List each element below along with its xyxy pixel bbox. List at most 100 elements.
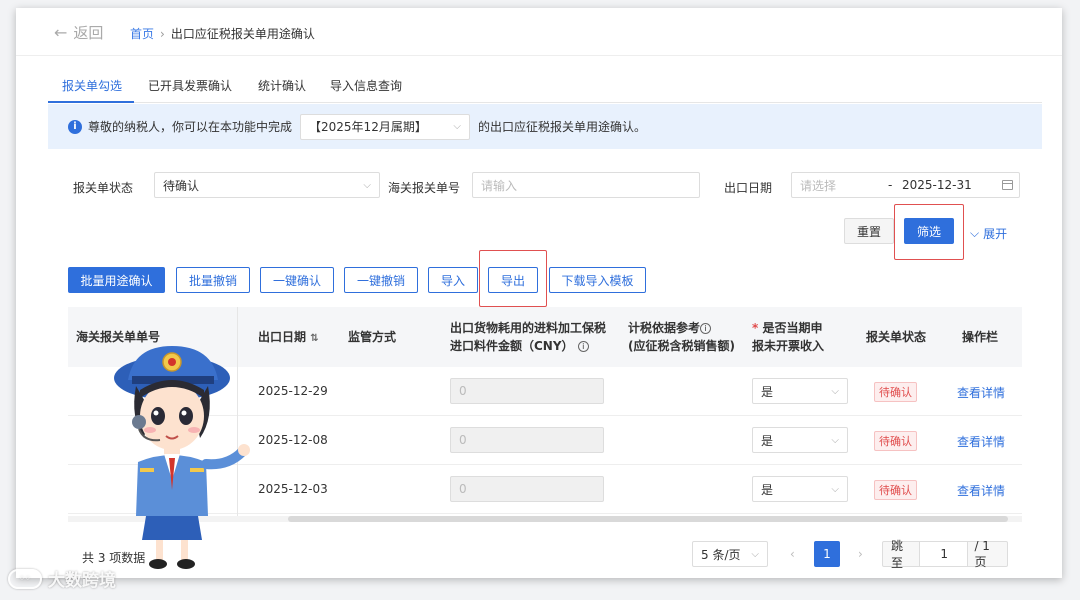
tax-period-value: 【2025年12月属期】 bbox=[309, 120, 427, 134]
tab-bar: 报关单勾选 已开具发票确认 统计确认 导入信息查询 bbox=[48, 63, 1042, 103]
one-click-revoke-button[interactable]: 一键撤销 bbox=[344, 267, 418, 293]
cell-current-period-value: 是 bbox=[761, 482, 774, 497]
reset-button[interactable]: 重置 bbox=[844, 218, 894, 244]
view-detail-link[interactable]: 查看详情 bbox=[957, 482, 1005, 499]
chevron-down-icon: ⌵ bbox=[363, 179, 371, 191]
tax-period-select[interactable]: 【2025年12月属期】 ⌵ bbox=[300, 113, 471, 140]
back-button[interactable]: ← 返回 bbox=[54, 22, 103, 43]
status-filter-label: 报关单状态 bbox=[73, 181, 134, 195]
notice-prefix: 尊敬的纳税人，你可以在本功能中完成 bbox=[88, 120, 293, 134]
col-supervision: 监管方式 bbox=[348, 330, 397, 344]
col-export-date-label: 出口日期 bbox=[258, 330, 307, 344]
watermark-text: 大数跨境 bbox=[48, 571, 116, 591]
col-amount-line1: 出口货物耗用的进料加工保税 bbox=[450, 321, 607, 335]
calendar-icon bbox=[1002, 180, 1013, 190]
export-date-range-picker[interactable]: 请选择 - 2025-12-31 bbox=[791, 172, 1020, 198]
expand-toggle[interactable]: ⌵ 展开 bbox=[970, 225, 1007, 242]
active-tab-indicator bbox=[48, 101, 134, 103]
tab-declaration-select[interactable]: 报关单勾选 bbox=[62, 77, 122, 94]
cell-amount-input: 0 bbox=[450, 378, 604, 404]
batch-revoke-button[interactable]: 批量撤销 bbox=[176, 267, 250, 293]
view-detail-link[interactable]: 查看详情 bbox=[957, 433, 1005, 450]
jump-label: 跳至 bbox=[891, 539, 904, 570]
cell-export-date: 2025-12-03 bbox=[258, 482, 328, 496]
chevron-down-icon: ⌵ bbox=[751, 548, 759, 560]
date-range-separator: - bbox=[888, 178, 893, 192]
col-export-date[interactable]: 出口日期 ⇅ bbox=[258, 328, 319, 348]
status-badge: 待确认 bbox=[874, 382, 917, 402]
tab-statistics-confirm[interactable]: 统计确认 bbox=[258, 77, 306, 94]
notice-banner: i 尊敬的纳税人，你可以在本功能中完成 【2025年12月属期】 ⌵ 的出口应征… bbox=[48, 104, 1042, 149]
status-filter-select[interactable]: 待确认 ⌵ bbox=[154, 172, 380, 198]
col-actions: 操作栏 bbox=[962, 330, 999, 344]
info-icon: i bbox=[68, 119, 82, 134]
cell-amount-value: 0 bbox=[459, 482, 467, 496]
notice-suffix: 的出口应征税报关单用途确认。 bbox=[478, 120, 647, 134]
tab-invoiced-confirm[interactable]: 已开具发票确认 bbox=[148, 77, 232, 94]
cell-amount-input: 0 bbox=[450, 476, 604, 502]
required-marker: * bbox=[752, 321, 759, 335]
view-detail-link[interactable]: 查看详情 bbox=[957, 384, 1005, 401]
chevron-down-icon: ⌵ bbox=[831, 483, 839, 495]
cell-current-period-select[interactable]: 是 ⌵ bbox=[752, 378, 848, 404]
tax-officer-mascot bbox=[114, 346, 250, 569]
col-tax-basis-line2: (应征税含税销售额) bbox=[628, 339, 735, 353]
breadcrumb-home[interactable]: 首页 bbox=[130, 25, 154, 42]
col-current-period-line1: 是否当期申 bbox=[762, 321, 823, 335]
customs-no-input[interactable]: 请输入 bbox=[472, 172, 700, 198]
back-label: 返回 bbox=[73, 24, 104, 42]
col-current-period-line2: 报未开票收入 bbox=[752, 339, 825, 353]
status-badge: 待确认 bbox=[874, 431, 917, 451]
one-click-confirm-button[interactable]: 一键确认 bbox=[260, 267, 334, 293]
info-circle-icon[interactable]: i bbox=[700, 323, 712, 334]
chevron-down-icon: ⌵ bbox=[970, 226, 980, 240]
filter-button[interactable]: 筛选 bbox=[904, 218, 954, 244]
watermark: ◦◦ 大数跨境 bbox=[8, 566, 116, 591]
cell-export-date: 2025-12-08 bbox=[258, 433, 328, 447]
date-start-placeholder: 请选择 bbox=[800, 178, 837, 193]
col-current-period: * 是否当期申 报未开票收入 bbox=[752, 319, 824, 355]
status-filter-value: 待确认 bbox=[163, 178, 200, 193]
top-bar: ← 返回 首页 › 出口应征税报关单用途确认 bbox=[16, 8, 1062, 56]
page-size-select[interactable]: 5 条/页 ⌵ bbox=[692, 541, 768, 567]
next-page-icon[interactable]: › bbox=[858, 547, 863, 561]
cell-amount-value: 0 bbox=[459, 384, 467, 398]
col-amount-line2: 进口料件金额（CNY） bbox=[450, 339, 574, 353]
date-end-value: 2025-12-31 bbox=[902, 178, 972, 192]
cell-current-period-value: 是 bbox=[761, 384, 774, 399]
col-tax-basis-line1: 计税依据参考 bbox=[628, 321, 701, 335]
cell-current-period-select[interactable]: 是 ⌵ bbox=[752, 476, 848, 502]
page-jump: 跳至 1 / 1 页 bbox=[882, 538, 1008, 570]
breadcrumb-current: 出口应征税报关单用途确认 bbox=[170, 27, 315, 41]
cell-current-period-value: 是 bbox=[761, 433, 774, 448]
cell-current-period-select[interactable]: 是 ⌵ bbox=[752, 427, 848, 453]
prev-page-icon[interactable]: ‹ bbox=[790, 547, 795, 561]
import-button[interactable]: 导入 bbox=[428, 267, 478, 293]
info-circle-icon[interactable]: i bbox=[577, 341, 589, 352]
scrollbar-thumb[interactable] bbox=[288, 516, 1008, 522]
export-date-label: 出口日期 bbox=[724, 181, 773, 195]
cell-amount-input: 0 bbox=[450, 427, 604, 453]
page-size-value: 5 条/页 bbox=[701, 547, 741, 562]
col-status: 报关单状态 bbox=[866, 330, 927, 344]
arrow-left-icon: ← bbox=[54, 23, 68, 42]
page-1-button[interactable]: 1 bbox=[814, 541, 840, 567]
jump-input[interactable]: 1 bbox=[919, 542, 969, 566]
breadcrumb: 首页 › 出口应征税报关单用途确认 bbox=[130, 25, 315, 42]
customs-no-label: 海关报关单号 bbox=[388, 181, 461, 195]
status-badge: 待确认 bbox=[874, 480, 917, 500]
batch-confirm-button[interactable]: 批量用途确认 bbox=[68, 267, 165, 293]
sort-icon: ⇅ bbox=[310, 333, 319, 344]
watermark-logo-icon: ◦◦ bbox=[8, 568, 42, 589]
total-pages: / 1 页 bbox=[974, 538, 990, 569]
chevron-down-icon: ⌵ bbox=[453, 121, 462, 132]
download-template-button[interactable]: 下载导入模板 bbox=[549, 267, 646, 293]
cell-export-date: 2025-12-29 bbox=[258, 384, 328, 398]
breadcrumb-separator-icon: › bbox=[160, 26, 165, 41]
chevron-down-icon: ⌵ bbox=[831, 434, 839, 446]
export-button[interactable]: 导出 bbox=[488, 267, 538, 293]
customs-no-placeholder: 请输入 bbox=[481, 178, 518, 193]
tab-import-query[interactable]: 导入信息查询 bbox=[330, 77, 402, 94]
chevron-down-icon: ⌵ bbox=[831, 385, 839, 397]
cell-amount-value: 0 bbox=[459, 433, 467, 447]
